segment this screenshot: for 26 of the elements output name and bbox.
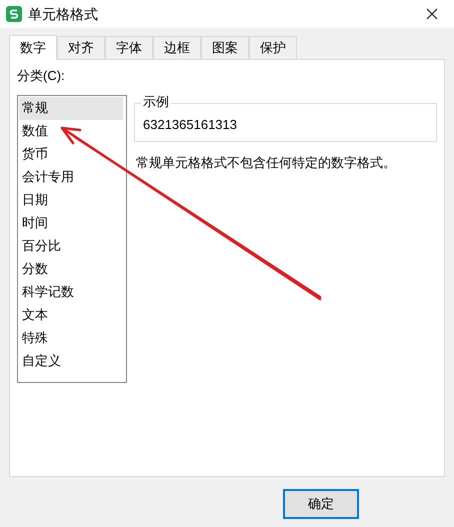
list-item[interactable]: 数值 bbox=[19, 120, 125, 142]
ok-button[interactable]: 确定 bbox=[283, 489, 359, 519]
sample-value: 6321365161313 bbox=[143, 116, 237, 134]
tab[interactable]: 保护 bbox=[249, 36, 297, 59]
description-text: 常规单元格格式不包含任何特定的数字格式。 bbox=[135, 154, 397, 172]
tab[interactable]: 字体 bbox=[105, 36, 153, 59]
tab[interactable]: 图案 bbox=[201, 36, 249, 59]
list-item[interactable]: 分数 bbox=[19, 258, 125, 280]
tab[interactable]: 对齐 bbox=[57, 36, 105, 59]
spreadsheet-logo-icon bbox=[6, 6, 22, 22]
list-item[interactable]: 特殊 bbox=[19, 326, 125, 350]
list-item[interactable]: 常规 bbox=[19, 96, 123, 120]
list-item[interactable]: 文本 bbox=[19, 304, 125, 326]
close-icon[interactable] bbox=[426, 8, 438, 20]
list-item[interactable]: 货币 bbox=[19, 142, 125, 166]
list-item[interactable]: 日期 bbox=[19, 188, 125, 212]
sample-label: 示例 bbox=[141, 94, 171, 110]
tab[interactable]: 数字 bbox=[9, 35, 57, 60]
list-item[interactable]: 自定义 bbox=[19, 350, 125, 372]
list-item[interactable]: 时间 bbox=[19, 212, 125, 234]
tab[interactable]: 边框 bbox=[153, 36, 201, 59]
category-label: 分类(C): bbox=[17, 67, 66, 85]
list-item[interactable]: 百分比 bbox=[19, 234, 125, 258]
list-item[interactable]: 会计专用 bbox=[19, 166, 125, 188]
list-item[interactable]: 科学记数 bbox=[19, 280, 125, 304]
window-title: 单元格格式 bbox=[28, 4, 98, 24]
